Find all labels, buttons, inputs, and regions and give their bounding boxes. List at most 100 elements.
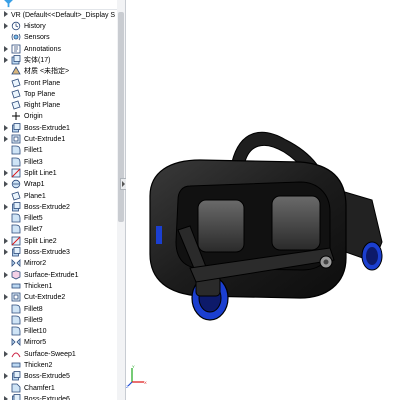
solid-bodies-icon <box>11 54 21 65</box>
fillet-icon <box>11 145 21 155</box>
thicken-icon <box>11 283 21 289</box>
chamfer-icon <box>11 383 21 392</box>
tree-item[interactable]: Chamfer1 <box>0 383 117 394</box>
tree-scrollbar[interactable] <box>117 0 126 400</box>
tree-item[interactable]: Wrap1 <box>0 179 117 190</box>
tree-item[interactable]: Annotations <box>0 44 117 55</box>
annotations-icon <box>11 44 21 53</box>
tree-item[interactable]: Boss-Extrude5 <box>0 371 117 382</box>
tree-item[interactable]: Fillet10 <box>0 326 117 337</box>
expand-arrow-icon[interactable] <box>4 350 8 357</box>
expand-arrow-icon[interactable] <box>4 136 8 142</box>
tree-item[interactable]: Origin <box>0 111 117 122</box>
filter-icon[interactable] <box>4 0 13 8</box>
tree-item[interactable]: Boss-Extrude2 <box>0 201 117 213</box>
tree-item-label: 实体(17) <box>24 56 51 64</box>
vr-headset-model[interactable] <box>126 0 400 400</box>
mirror-icon <box>11 338 21 347</box>
expand-arrow-icon[interactable] <box>4 271 8 278</box>
expand-arrow-icon[interactable] <box>4 23 8 29</box>
tree-item[interactable]: 材质 <未指定> <box>0 66 117 77</box>
tree-item[interactable]: Surface-Extrude1 <box>0 269 117 281</box>
tree-item[interactable]: Fillet8 <box>0 304 117 315</box>
tree-item-label: Split Line2 <box>24 237 57 245</box>
tree-item-label: Origin <box>24 113 43 121</box>
origin-icon <box>12 112 20 121</box>
tree-item[interactable]: Sensors <box>0 32 117 43</box>
tree-item-label: Boss-Extrude1 <box>24 124 70 132</box>
tree-item[interactable]: Plane1 <box>0 190 117 202</box>
expand-arrow-icon[interactable] <box>4 56 8 63</box>
tree-item[interactable]: Thicken2 <box>0 360 117 371</box>
fillet-icon <box>11 213 21 223</box>
tree-item-label: Boss-Extrude2 <box>24 203 70 211</box>
wrap-icon <box>11 179 21 189</box>
tree-item-label: Fillet8 <box>24 305 43 313</box>
boss-extrude-icon <box>12 393 21 400</box>
fillet-icon <box>11 304 21 313</box>
sensors-icon <box>11 34 21 41</box>
expand-arrow-icon[interactable] <box>4 249 8 255</box>
split-line-icon <box>11 168 21 178</box>
tree-item[interactable]: Split Line2 <box>0 236 117 247</box>
tree-item[interactable]: Thicken1 <box>0 281 117 292</box>
scrollbar-thumb[interactable] <box>118 12 124 222</box>
tree-item-label: Annotations <box>24 45 61 53</box>
tree-item[interactable]: Split Line1 <box>0 168 117 179</box>
expand-arrow-icon[interactable] <box>4 169 8 176</box>
tree-item[interactable]: Fillet1 <box>0 145 117 156</box>
split-line-icon <box>11 236 21 246</box>
left-lens <box>197 199 245 253</box>
tree-item-label: Right Plane <box>24 102 61 110</box>
tree-item[interactable]: Front Plane <box>0 77 117 89</box>
expand-arrow-icon[interactable] <box>4 203 8 210</box>
tree-item-label: Thicken2 <box>24 362 53 369</box>
expand-arrow-icon[interactable] <box>4 124 8 131</box>
expand-arrow-icon[interactable] <box>4 45 8 52</box>
tree-item[interactable]: Right Plane <box>0 100 117 111</box>
tree-item[interactable]: 实体(17) <box>0 54 117 66</box>
tree-item-label: Front Plane <box>24 79 61 87</box>
expand-arrow-icon[interactable] <box>4 294 8 301</box>
tree-item[interactable]: Boss-Extrude1 <box>0 122 117 134</box>
expand-arrow-icon[interactable] <box>4 237 8 244</box>
fillet-icon <box>11 315 21 325</box>
fillet-icon <box>11 326 21 336</box>
cut-extrude-icon <box>11 292 21 302</box>
right-lens <box>271 195 321 251</box>
tree-item[interactable]: Mirror2 <box>0 258 117 269</box>
tree-item-label: Mirror2 <box>24 260 47 268</box>
fillet-icon <box>11 224 21 234</box>
axis-x-label: X <box>144 380 147 385</box>
tree-item[interactable]: Boss-Extrude6 <box>0 393 117 400</box>
surface-extrude-icon <box>11 269 21 280</box>
tree-item[interactable]: Cut-Extrude2 <box>0 292 117 303</box>
tree-item-label: Fillet10 <box>24 328 47 336</box>
tree-item-label: History <box>24 23 46 30</box>
tree-item-label: Boss-Extrude5 <box>24 373 70 381</box>
expand-arrow-icon[interactable] <box>4 11 8 17</box>
expand-arrow-icon[interactable] <box>4 181 8 188</box>
tree-item-label: 材质 <未指定> <box>24 68 70 76</box>
expand-arrow-icon[interactable] <box>4 395 8 400</box>
tree-item[interactable]: History <box>0 21 117 32</box>
tree-item[interactable]: Surface-Sweep1 <box>0 349 117 360</box>
tree-item[interactable]: Fillet5 <box>0 213 117 224</box>
fillet-icon <box>11 157 21 166</box>
graphics-viewport[interactable] <box>126 0 400 400</box>
tree-item-label: Sensors <box>24 34 50 42</box>
tree-item-label: Chamfer1 <box>24 384 55 392</box>
tree-item[interactable]: Top Plane <box>0 89 117 100</box>
tree-item-label: Split Line1 <box>24 169 57 177</box>
boss-extrude-icon <box>12 201 21 212</box>
mirror-icon <box>11 259 21 268</box>
tree-item[interactable]: Fillet7 <box>0 224 117 235</box>
tree-item[interactable]: Fillet9 <box>0 315 117 326</box>
tree-item[interactable]: Fillet3 <box>0 157 117 168</box>
tree-item[interactable]: Cut-Extrude1 <box>0 134 117 145</box>
tree-item[interactable]: Mirror5 <box>0 337 117 348</box>
tree-item-label: Surface-Extrude1 <box>24 271 79 279</box>
expand-arrow-icon[interactable] <box>4 373 8 380</box>
tree-item[interactable]: Boss-Extrude3 <box>0 247 117 258</box>
tree-item-label: Surface-Sweep1 <box>24 350 76 358</box>
